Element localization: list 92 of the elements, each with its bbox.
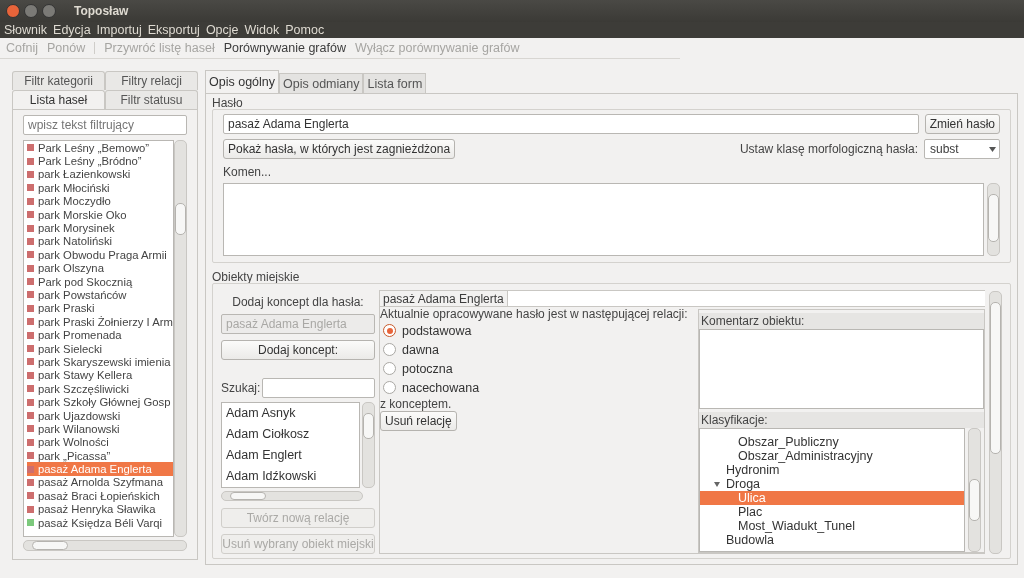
- list-item[interactable]: pasaż Braci Łopieńskich: [27, 489, 173, 503]
- list-item[interactable]: pasaż Księdza Béli Varqi: [27, 515, 173, 530]
- list-item[interactable]: park Moczydło: [27, 194, 173, 208]
- list-item[interactable]: pasaż Henryka Sławika: [27, 502, 173, 516]
- change-button[interactable]: Zmień hasło: [924, 114, 1000, 134]
- menu-item[interactable]: Eksportuj: [147, 23, 200, 37]
- menu-item[interactable]: Opcje: [205, 23, 239, 37]
- radio-option[interactable]: nacechowana: [380, 378, 486, 397]
- list-item[interactable]: park Szkoły Głównej Gosp: [27, 395, 173, 409]
- comment-field[interactable]: [223, 183, 984, 256]
- list-item[interactable]: park Praski Żołnierzy I Arm: [27, 315, 173, 329]
- list-item[interactable]: park Ujazdowski: [27, 408, 173, 423]
- menu-item[interactable]: Edycja: [53, 23, 91, 37]
- list-item[interactable]: Adam Englert: [226, 447, 359, 469]
- minimize-button[interactable]: [24, 4, 38, 18]
- toolbar-button[interactable]: Porównywanie grafów: [223, 41, 346, 55]
- search-field[interactable]: [262, 377, 375, 398]
- list-item[interactable]: Adam Ciołkosz: [226, 426, 359, 448]
- field-label: Ustaw klasę morfologiczną hasła:: [739, 142, 918, 156]
- tab[interactable]: pasaż Adama Englerta: [380, 291, 508, 307]
- list-item[interactable]: park Sielecki: [27, 341, 173, 356]
- list-item[interactable]: park Praski: [27, 301, 173, 316]
- list-item[interactable]: park „Picassa”: [27, 449, 173, 463]
- vertical-scrollbar[interactable]: [989, 291, 1002, 554]
- menu-item[interactable]: Widok: [244, 23, 280, 37]
- tree-item[interactable]: Obszar_Publiczny: [700, 435, 964, 449]
- vertical-scrollbar[interactable]: [362, 401, 375, 488]
- list-item[interactable]: park Morskie Oko: [27, 207, 173, 222]
- list-item[interactable]: park Morysinek: [27, 221, 173, 235]
- tree-item[interactable]: Most_Wiadukt_Tunel: [700, 519, 964, 533]
- filter-field[interactable]: wpisz tekst filtrujący: [23, 115, 187, 135]
- remove-relation-button[interactable]: Usuń relację: [380, 411, 457, 431]
- close-button[interactable]: [6, 4, 20, 18]
- tree-item[interactable]: Obszar_Administracyjny: [700, 449, 964, 463]
- tab[interactable]: Lista haseł: [12, 90, 105, 109]
- list-item[interactable]: park Stawy Kellera: [27, 368, 173, 383]
- tree-item[interactable]: Budowla: [700, 533, 964, 547]
- class-dropdown[interactable]: subst: [924, 139, 1000, 159]
- list-item[interactable]: park Szczęśliwicki: [27, 382, 173, 396]
- comment-field[interactable]: [699, 329, 984, 409]
- field-label: Dodaj koncept dla hasła:: [232, 295, 364, 309]
- radio-option[interactable]: potoczna: [380, 359, 459, 378]
- add-concept-button[interactable]: Dodaj koncept:: [221, 339, 375, 360]
- list-item[interactable]: park Powstańców: [27, 288, 173, 302]
- vertical-scrollbar[interactable]: [987, 183, 1000, 256]
- list-item[interactable]: park Skaryszewski imienia: [27, 355, 173, 369]
- section-header: Komentarz obiektu:: [699, 313, 984, 329]
- tab[interactable]: Filtr statusu: [105, 90, 198, 109]
- tab[interactable]: Filtr kategorii: [12, 71, 105, 90]
- radio-option[interactable]: dawna: [380, 340, 445, 359]
- radio-option[interactable]: podstawowa: [380, 321, 478, 340]
- list-item[interactable]: park Wilanowski: [27, 422, 173, 436]
- menu-item[interactable]: Słownik: [4, 23, 48, 37]
- list-item[interactable]: park Olszyna: [27, 261, 173, 275]
- tab[interactable]: Opis ogólny: [205, 70, 279, 93]
- nested-entries-button[interactable]: Pokaż hasła, w których jest zagnieżdżona: [223, 139, 456, 159]
- list-item[interactable]: Park Leśny „Bródno”: [27, 154, 173, 168]
- tab[interactable]: Lista form: [363, 73, 427, 93]
- group-title: Obiekty miejskie: [212, 270, 301, 283]
- list-item[interactable]: park Łazienkowski: [27, 167, 173, 182]
- menu-item[interactable]: Pomoc: [285, 23, 325, 37]
- horizontal-scrollbar[interactable]: [221, 490, 363, 502]
- relation-text: Aktualnie opracowywane hasło jest w następującej relacji:: [380, 307, 688, 321]
- list-item[interactable]: park Wolności: [27, 435, 173, 449]
- tree-item[interactable]: Hydronim: [700, 463, 964, 477]
- group-title: Hasło: [212, 96, 244, 109]
- menu-item[interactable]: Importuj: [96, 23, 142, 37]
- entry-field[interactable]: pasaż Adama Englerta: [223, 114, 919, 134]
- expand-arrow-icon[interactable]: [714, 481, 720, 487]
- list-item[interactable]: Adam Asnyk: [226, 405, 359, 427]
- tree-item[interactable]: Droga: [700, 477, 964, 491]
- window-title: Toposław: [74, 4, 129, 18]
- field-label: Komen...: [223, 165, 273, 179]
- relation-text: z konceptem.: [380, 397, 452, 411]
- caret-icon: [989, 146, 996, 152]
- field-label: Szukaj:: [221, 380, 261, 395]
- tree-item[interactable]: Plac: [700, 505, 964, 519]
- list-item[interactable]: park Młociński: [27, 181, 173, 195]
- list-item[interactable]: pasaż Arnolda Szyfmana: [27, 475, 173, 490]
- horizontal-scrollbar[interactable]: [23, 540, 187, 551]
- tab[interactable]: Filtry relacji: [105, 71, 198, 90]
- list-item[interactable]: Adam Idźkowski: [226, 468, 359, 490]
- section-header: Klasyfikacje:: [699, 412, 984, 428]
- list-item[interactable]: park Obwodu Praga Armii: [27, 248, 173, 262]
- list-item[interactable]: Park Leśny „Bemowo”: [27, 141, 173, 155]
- list-item[interactable]: park Promenada: [27, 328, 173, 342]
- list-item[interactable]: Park pod Skocznią: [27, 274, 173, 289]
- vertical-scrollbar[interactable]: [968, 428, 981, 552]
- list-item[interactable]: park Natoliński: [27, 234, 173, 249]
- tab[interactable]: Opis odmiany: [279, 73, 364, 93]
- vertical-scrollbar[interactable]: [174, 140, 187, 537]
- maximize-button[interactable]: [42, 4, 56, 18]
